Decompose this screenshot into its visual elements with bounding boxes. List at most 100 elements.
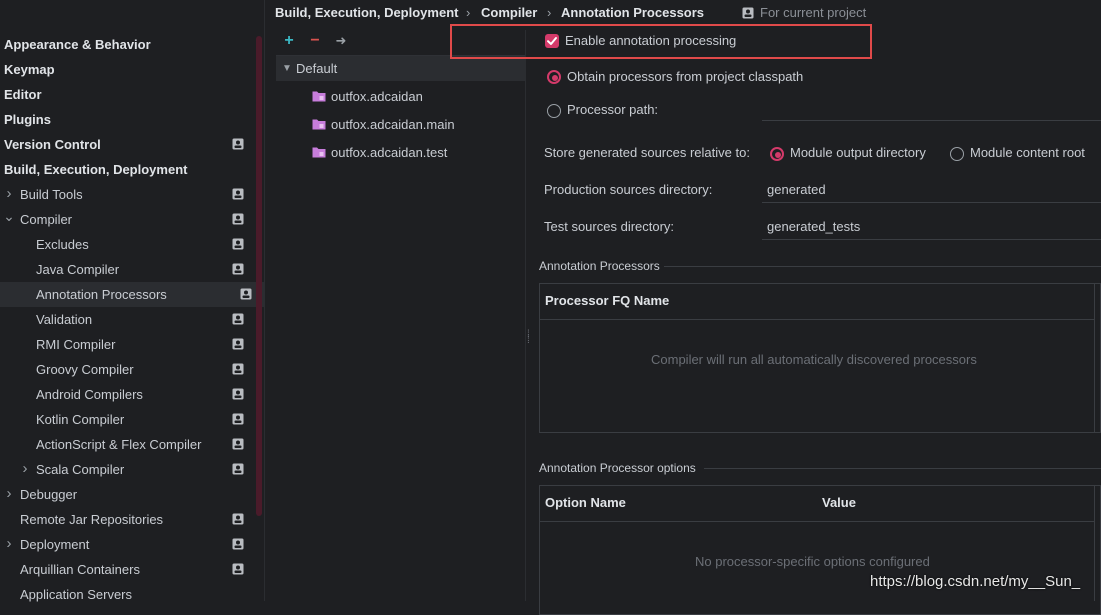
sidebar-item-deployment[interactable]: › Deployment: [0, 532, 256, 557]
chevron-right-icon[interactable]: ›: [2, 482, 16, 506]
sidebar-item-label: ActionScript & Flex Compiler: [36, 437, 202, 452]
breadcrumb-item-compiler[interactable]: Compiler: [481, 4, 537, 22]
sidebar-item-label: Debugger: [20, 487, 78, 502]
sidebar-item-annotation-processors[interactable]: Annotation Processors: [0, 282, 264, 307]
breadcrumb-separator: ›: [466, 5, 471, 20]
breadcrumb-item-build[interactable]: Build, Execution, Deployment: [275, 4, 458, 22]
module-item-label: outfox.adcaidan.main: [331, 117, 455, 132]
sidebar-item-label: Remote Jar Repositories: [20, 512, 164, 527]
test-dir-underline: [762, 239, 1101, 240]
sidebar-item-label: Java Compiler: [36, 262, 120, 277]
obtain-from-classpath-label[interactable]: Obtain processors from project classpath: [567, 68, 803, 86]
sidebar-item-application-servers[interactable]: Application Servers: [0, 582, 256, 607]
module-output-radio[interactable]: [770, 147, 784, 161]
sidebar-item-build-execution-deployment[interactable]: Build, Execution, Deployment: [0, 157, 256, 182]
project-scope-icon: [232, 313, 244, 325]
table-column-rule: [1094, 486, 1095, 601]
module-content-radio[interactable]: [950, 147, 964, 161]
sidebar-item-rmi-compiler[interactable]: RMI Compiler: [0, 332, 256, 357]
module-output-label[interactable]: Module output directory: [790, 144, 926, 162]
chevron-right-icon[interactable]: ›: [2, 532, 16, 556]
sidebar-item-label: Annotation Processors: [36, 287, 167, 302]
sidebar-scrollbar[interactable]: [256, 36, 262, 516]
sidebar-item-label: Appearance & Behavior: [4, 37, 151, 52]
sidebar-item-label: Deployment: [20, 537, 90, 552]
sidebar-item-label: Scala Compiler: [36, 462, 125, 477]
breadcrumb-separator: ›: [547, 5, 552, 20]
scope-label: For current project: [760, 5, 867, 20]
profile-default-label: Default: [296, 61, 338, 76]
sidebar-item-version-control[interactable]: Version Control: [0, 132, 256, 157]
module-item[interactable]: outfox.adcaidan.test: [312, 140, 447, 165]
processor-path-input[interactable]: [762, 120, 1101, 121]
sidebar-divider[interactable]: [264, 0, 265, 601]
production-dir-label: Production sources directory:: [544, 182, 713, 197]
remove-profile-button[interactable]: −: [306, 32, 324, 50]
sidebar-item-arquillian-containers[interactable]: Arquillian Containers: [0, 557, 256, 582]
processor-path-radio[interactable]: [547, 104, 561, 118]
sidebar-item-label: Version Control: [4, 137, 101, 152]
table-header-rule: [540, 521, 1094, 522]
project-scope-icon: [232, 363, 244, 375]
sidebar-item-label: Compiler: [20, 212, 73, 227]
sidebar-item-kotlin-compiler[interactable]: Kotlin Compiler: [0, 407, 256, 432]
sidebar-item-label: Excludes: [36, 237, 89, 252]
project-scope-icon: [232, 513, 244, 525]
project-scope-icon: [232, 463, 244, 475]
sidebar-item-compiler[interactable]: ⌄ Compiler: [0, 207, 256, 232]
sidebar-item-scala-compiler[interactable]: › Scala Compiler: [0, 457, 256, 482]
panel-divider[interactable]: [525, 30, 526, 601]
project-scope-icon: [232, 413, 244, 425]
section-rule: [704, 468, 1101, 469]
sidebar-item-groovy-compiler[interactable]: Groovy Compiler: [0, 357, 256, 382]
watermark-text: https://blog.csdn.net/my__Sun_: [870, 573, 1081, 590]
test-dir-input[interactable]: generated_tests: [767, 218, 860, 236]
project-scope-icon: [232, 138, 244, 150]
sidebar-item-label: Build, Execution, Deployment: [4, 162, 188, 177]
module-folder-icon: [312, 91, 326, 102]
chevron-down-icon[interactable]: ⌄: [2, 207, 16, 225]
project-scope-icon: [232, 238, 244, 250]
project-scope-icon: [232, 388, 244, 400]
production-dir-input[interactable]: generated: [767, 181, 826, 199]
sidebar-item-remote-jar-repositories[interactable]: Remote Jar Repositories: [0, 507, 256, 532]
sidebar-item-debugger[interactable]: › Debugger: [0, 482, 256, 507]
sidebar-item-editor[interactable]: Editor: [0, 82, 256, 107]
project-scope-icon: [240, 288, 252, 300]
sidebar-item-appearance-behavior[interactable]: Appearance & Behavior: [0, 32, 256, 57]
breadcrumb-item-annotation-processors: Annotation Processors: [561, 5, 705, 20]
sidebar-item-android-compilers[interactable]: Android Compilers: [0, 382, 256, 407]
option-name-header[interactable]: Option Name: [545, 494, 626, 512]
sidebar-item-validation[interactable]: Validation: [0, 307, 256, 332]
move-to-profile-button[interactable]: ➜: [332, 32, 350, 50]
sidebar-item-label: Groovy Compiler: [36, 362, 134, 377]
sidebar-item-label: Build Tools: [20, 187, 83, 202]
splitter-grip-icon[interactable]: ⁞ ⁞: [527, 330, 530, 346]
chevron-right-icon[interactable]: ›: [18, 457, 32, 481]
enable-annotation-label[interactable]: Enable annotation processing: [565, 32, 736, 50]
processor-path-label[interactable]: Processor path:: [567, 101, 658, 119]
sidebar-item-build-tools[interactable]: › Build Tools: [0, 182, 256, 207]
sidebar-item-excludes[interactable]: Excludes: [0, 232, 256, 257]
module-item[interactable]: outfox.adcaidan: [312, 84, 423, 109]
options-empty-message: No processor-specific options configured: [695, 554, 930, 569]
chevron-right-icon[interactable]: ›: [2, 182, 16, 206]
sidebar-item-java-compiler[interactable]: Java Compiler: [0, 257, 256, 282]
obtain-from-classpath-radio[interactable]: [547, 70, 561, 84]
sidebar-item-label: Validation: [36, 312, 93, 327]
module-content-label[interactable]: Module content root: [970, 144, 1085, 162]
processor-fq-name-header[interactable]: Processor FQ Name: [545, 292, 669, 310]
chevron-down-icon[interactable]: ▼: [282, 56, 292, 81]
project-scope-icon: [742, 7, 754, 19]
sidebar-item-plugins[interactable]: Plugins: [0, 107, 256, 132]
project-scope-icon: [232, 538, 244, 550]
enable-annotation-checkbox[interactable]: [545, 34, 559, 48]
profile-default-row[interactable]: ▼ Default: [276, 56, 525, 81]
sidebar-item-actionscript-flex-compiler[interactable]: ActionScript & Flex Compiler: [0, 432, 256, 457]
section-rule: [664, 266, 1101, 267]
sidebar-item-keymap[interactable]: Keymap: [0, 57, 256, 82]
options-section-title: Annotation Processor options: [539, 461, 696, 475]
option-value-header[interactable]: Value: [822, 494, 856, 512]
module-item[interactable]: outfox.adcaidan.main: [312, 112, 455, 137]
add-profile-button[interactable]: +: [280, 32, 298, 50]
